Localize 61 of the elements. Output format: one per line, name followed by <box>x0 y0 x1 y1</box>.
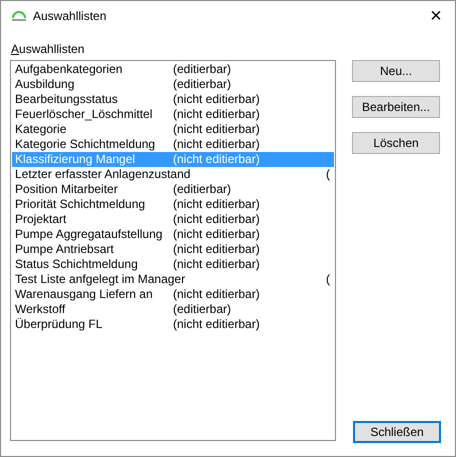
list-item-status: (nicht editierbar) <box>173 92 260 107</box>
list-item[interactable]: Status Schichtmeldung (nicht editierbar) <box>12 257 334 272</box>
list-item-name: Status Schichtmeldung <box>15 257 139 272</box>
list-item-status: (nicht editierbar) <box>173 152 260 167</box>
list-item[interactable]: Warenausgang Liefern an (nicht editierbar) <box>12 287 334 302</box>
list-item-status: (editierbar) <box>173 62 232 77</box>
list-item-status: (editierbar) <box>173 182 232 197</box>
list-item-name: Klassifizierung Mangel <box>15 152 136 167</box>
list-item-name: Letzter erfasster Anlagenzustand <box>15 167 192 182</box>
list-item[interactable]: Aufgabenkategorien (editierbar) <box>12 62 334 77</box>
list-item[interactable]: Bearbeitungsstatus (nicht editierbar) <box>12 92 334 107</box>
list-item-name: Aufgabenkategorien <box>15 62 124 77</box>
list-item-status: (nicht editierbar) <box>173 197 260 212</box>
list-item-name: Pumpe Aggregataufstellung <box>15 227 164 242</box>
list-item-name: Pumpe Antriebsart <box>15 242 115 257</box>
list-item[interactable]: Priorität Schichtmeldung (nicht editierbar) <box>12 197 334 212</box>
list-item-name: Bearbeitungsstatus <box>15 92 119 107</box>
list-item[interactable]: Kategorie Schichtmeldung (nicht editierbar) <box>12 137 334 152</box>
close-button[interactable]: Schließen <box>353 421 441 443</box>
list-item[interactable]: Position Mitarbeiter (editierbar) <box>12 182 334 197</box>
list-item-status: (nicht editierbar) <box>173 287 260 302</box>
list-item-status: ( <box>326 272 330 287</box>
list-item[interactable]: Projektart (nicht editierbar) <box>12 212 334 227</box>
list-item-name: Überprüdung FL <box>15 317 104 332</box>
list-item[interactable]: Pumpe Antriebsart (nicht editierbar) <box>12 242 334 257</box>
close-icon[interactable]: × <box>421 1 451 31</box>
list-item[interactable]: Kategorie (nicht editierbar) <box>12 122 334 137</box>
list-item-name: Werkstoff <box>15 302 66 317</box>
list-item[interactable]: Feuerlöscher_Löschmittel (nicht editierbar) <box>12 107 334 122</box>
list-item-name: Kategorie <box>15 122 68 137</box>
list-item-status: (nicht editierbar) <box>173 107 260 122</box>
list-item-name: Priorität Schichtmeldung <box>15 197 146 212</box>
list-item-name: Ausbildung <box>15 77 76 92</box>
list-item-name: Warenausgang Liefern an <box>15 287 154 302</box>
list-item[interactable]: Werkstoff (editierbar) <box>12 302 334 317</box>
window-title: Auswahllisten <box>33 9 106 23</box>
list-item[interactable]: Letzter erfasster Anlagenzustand ( <box>12 167 334 182</box>
list-item[interactable]: Pumpe Aggregataufstellung (nicht editierbar) <box>12 227 334 242</box>
list-item-status: (nicht editierbar) <box>173 242 260 257</box>
list-item-name: Feuerlöscher_Löschmittel <box>15 107 154 122</box>
list-item-status: ( <box>326 167 330 182</box>
list-item-status: (nicht editierbar) <box>173 137 260 152</box>
app-icon <box>11 10 27 22</box>
list-item-name: Position Mitarbeiter <box>15 182 119 197</box>
list-item[interactable]: Überprüdung FL (nicht editierbar) <box>12 317 334 332</box>
list-item-status: (nicht editierbar) <box>173 227 260 242</box>
list-item[interactable]: Ausbildung (editierbar) <box>12 77 334 92</box>
list-item-name: Kategorie Schichtmeldung <box>15 137 156 152</box>
list-item-status: (editierbar) <box>173 302 232 317</box>
edit-button[interactable]: Bearbeiten... <box>352 96 440 118</box>
list-label: Auswahllisten <box>11 42 86 57</box>
list-item-status: (editierbar) <box>173 77 232 92</box>
list-item-status: (nicht editierbar) <box>173 212 260 227</box>
list-item-name: Projektart <box>15 212 68 227</box>
list-item-status: (nicht editierbar) <box>173 317 260 332</box>
new-button[interactable]: Neu... <box>352 60 440 82</box>
list-item-name: Test Liste anfgelegt im Manager <box>15 272 186 287</box>
list-item-status: (nicht editierbar) <box>173 257 260 272</box>
delete-button[interactable]: Löschen <box>352 132 440 154</box>
list-item-status: (nicht editierbar) <box>173 122 260 137</box>
list-item[interactable]: Test Liste anfgelegt im Manager ( <box>12 272 334 287</box>
